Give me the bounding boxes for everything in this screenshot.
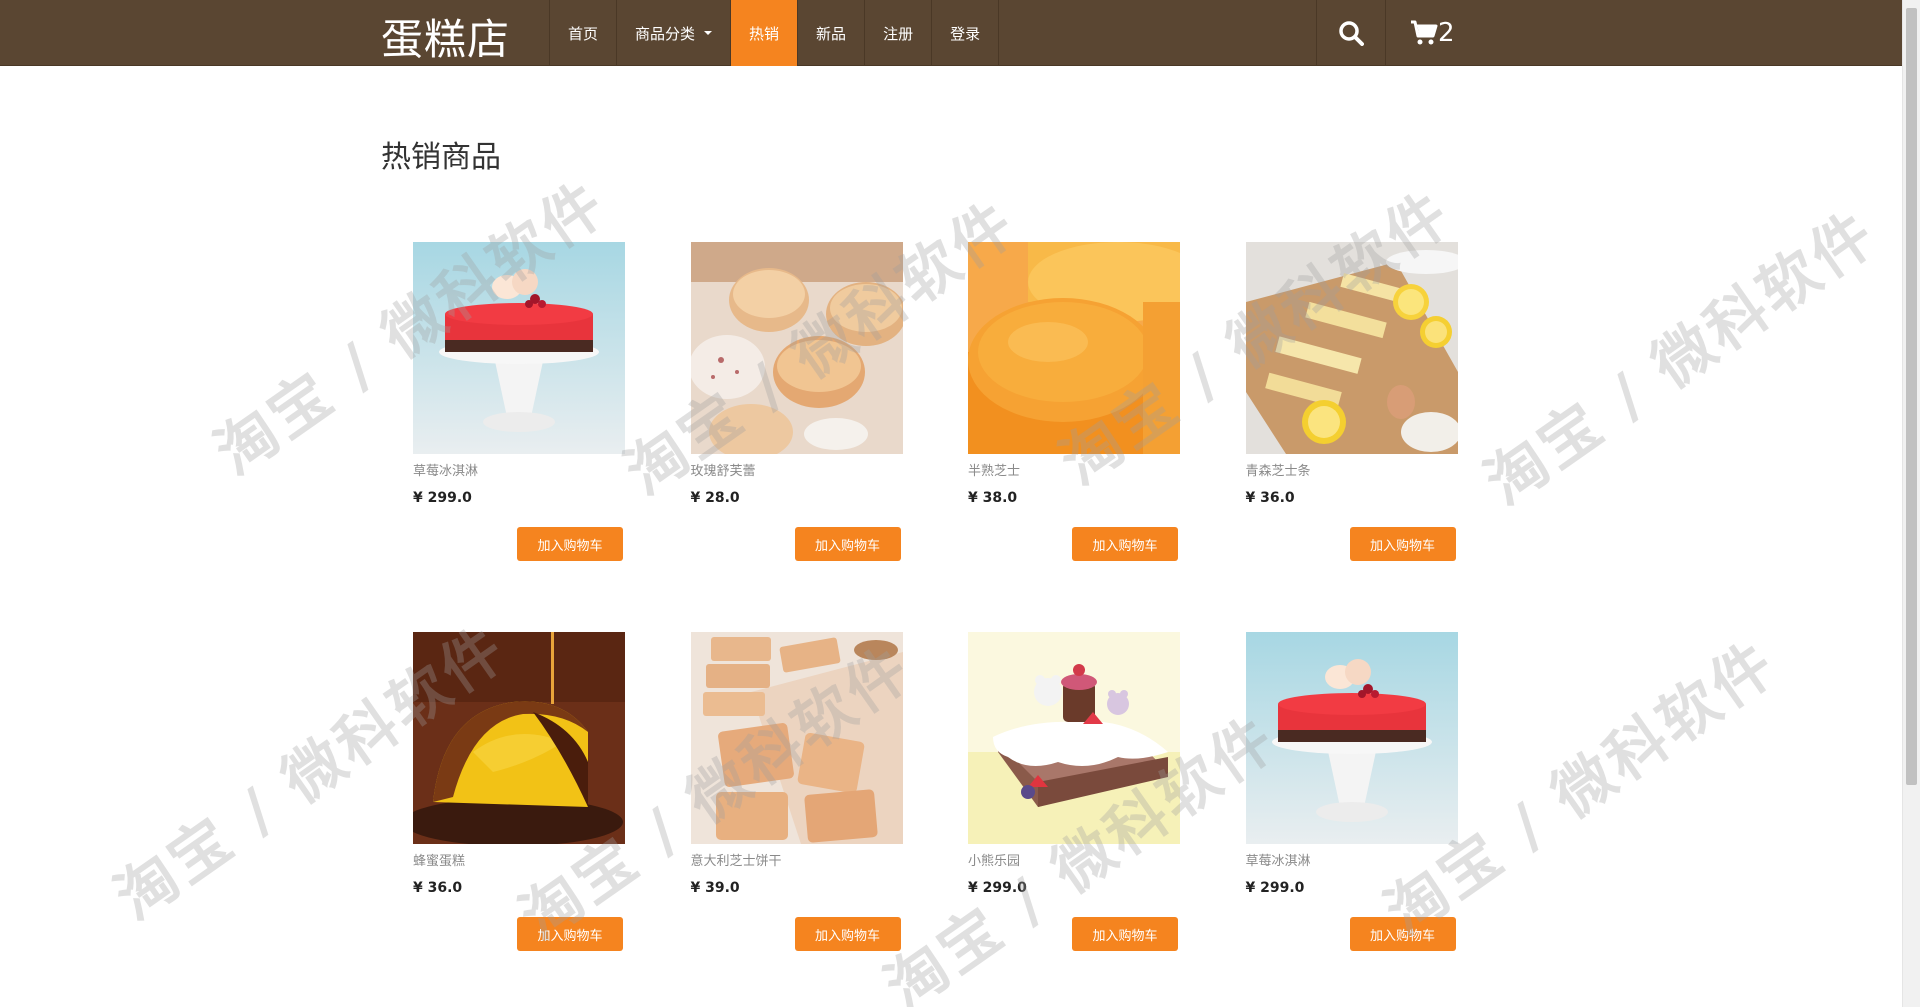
product-card: 玫瑰舒芙蕾 ¥ 28.0 加入购物车 xyxy=(690,242,903,562)
scrollbar-thumb[interactable] xyxy=(1906,8,1917,785)
add-to-cart-button[interactable]: 加入购物车 xyxy=(1072,917,1178,951)
add-to-cart-button[interactable]: 加入购物车 xyxy=(1349,527,1456,561)
product-price: ¥ 36.0 xyxy=(1245,490,1295,506)
product-card: 小熊乐园 ¥ 299.0 加入购物车 xyxy=(968,632,1180,952)
nav-new[interactable]: 新品 xyxy=(797,0,864,66)
product-card: 蜂蜜蛋糕 ¥ 36.0 加入购物车 xyxy=(413,632,625,952)
product-card: 草莓冰淇淋 ¥ 299.0 加入购物车 xyxy=(1245,632,1458,952)
product-name[interactable]: 草莓冰淇淋 xyxy=(413,463,625,481)
cart-icon xyxy=(1411,20,1438,45)
watermark: 淘宝 / 微科软件 xyxy=(1473,197,1890,519)
add-to-cart-button[interactable]: 加入购物车 xyxy=(794,917,901,951)
nav-hot-label: 热销 xyxy=(749,24,780,43)
caret-down-icon xyxy=(704,31,713,35)
nav-home[interactable]: 首页 xyxy=(549,0,616,66)
product-image[interactable] xyxy=(968,242,1180,454)
nav-hot[interactable]: 热销 xyxy=(730,0,798,66)
product-name[interactable]: 青森芝士条 xyxy=(1246,463,1458,481)
nav-home-label: 首页 xyxy=(568,24,599,43)
product-image[interactable] xyxy=(1245,632,1458,844)
product-card: 半熟芝士 ¥ 38.0 加入购物车 xyxy=(968,242,1180,562)
main-nav: 首页 商品分类 热销 新品 注册 登录 xyxy=(549,0,1000,66)
add-to-cart-button[interactable]: 加入购物车 xyxy=(1349,917,1456,951)
product-name[interactable]: 半熟芝士 xyxy=(968,463,1180,481)
cart-button[interactable]: 2 xyxy=(1386,0,1455,66)
product-name[interactable]: 草莓冰淇淋 xyxy=(1246,853,1458,871)
top-navbar: 蛋糕店 首页 商品分类 热销 新品 注册 登录 2 xyxy=(0,0,1902,66)
search-button[interactable] xyxy=(1316,0,1386,66)
nav-right-tools: 2 xyxy=(1316,0,1455,66)
add-to-cart-button[interactable]: 加入购物车 xyxy=(1072,527,1178,561)
product-price: ¥ 299.0 xyxy=(1245,880,1305,896)
product-price: ¥ 38.0 xyxy=(968,490,1018,506)
product-card: 草莓冰淇淋 ¥ 299.0 加入购物车 xyxy=(413,242,625,562)
product-card: 青森芝士条 ¥ 36.0 加入购物车 xyxy=(1245,242,1458,562)
product-name[interactable]: 小熊乐园 xyxy=(968,853,1180,871)
nav-categories-dropdown[interactable]: 商品分类 xyxy=(616,0,730,66)
product-image[interactable] xyxy=(690,242,903,454)
nav-register-label: 注册 xyxy=(883,24,914,43)
product-price: ¥ 299.0 xyxy=(968,880,1027,896)
product-image[interactable] xyxy=(413,242,625,454)
product-price: ¥ 28.0 xyxy=(690,490,740,506)
product-grid: 草莓冰淇淋 ¥ 299.0 加入购物车 玫瑰舒芙蕾 ¥ 28.0 加入购物车 半… xyxy=(413,242,1458,952)
product-name[interactable]: 玫瑰舒芙蕾 xyxy=(691,463,903,481)
product-image[interactable] xyxy=(413,632,625,844)
product-price: ¥ 39.0 xyxy=(690,880,740,896)
product-name[interactable]: 意大利芝士饼干 xyxy=(691,853,903,871)
nav-login-label: 登录 xyxy=(950,24,981,43)
product-image[interactable] xyxy=(1245,242,1458,454)
page-title: 热销商品 xyxy=(381,140,501,175)
product-price: ¥ 36.0 xyxy=(413,880,463,896)
nav-register[interactable]: 注册 xyxy=(864,0,931,66)
product-price: ¥ 299.0 xyxy=(413,490,472,506)
product-image[interactable] xyxy=(690,632,903,844)
product-name[interactable]: 蜂蜜蛋糕 xyxy=(413,853,625,871)
add-to-cart-button[interactable]: 加入购物车 xyxy=(517,527,623,561)
nav-categories-label: 商品分类 xyxy=(635,24,696,43)
add-to-cart-button[interactable]: 加入购物车 xyxy=(517,917,623,951)
brand-logo[interactable]: 蛋糕店 xyxy=(381,6,510,67)
product-image[interactable] xyxy=(968,632,1180,844)
nav-new-label: 新品 xyxy=(816,24,847,43)
search-icon xyxy=(1339,21,1364,46)
add-to-cart-button[interactable]: 加入购物车 xyxy=(794,527,901,561)
product-card: 意大利芝士饼干 ¥ 39.0 加入购物车 xyxy=(690,632,903,952)
cart-count-badge: 2 xyxy=(1438,18,1455,48)
page-scrollbar[interactable] xyxy=(1902,0,1920,1007)
nav-login[interactable]: 登录 xyxy=(931,0,1000,66)
